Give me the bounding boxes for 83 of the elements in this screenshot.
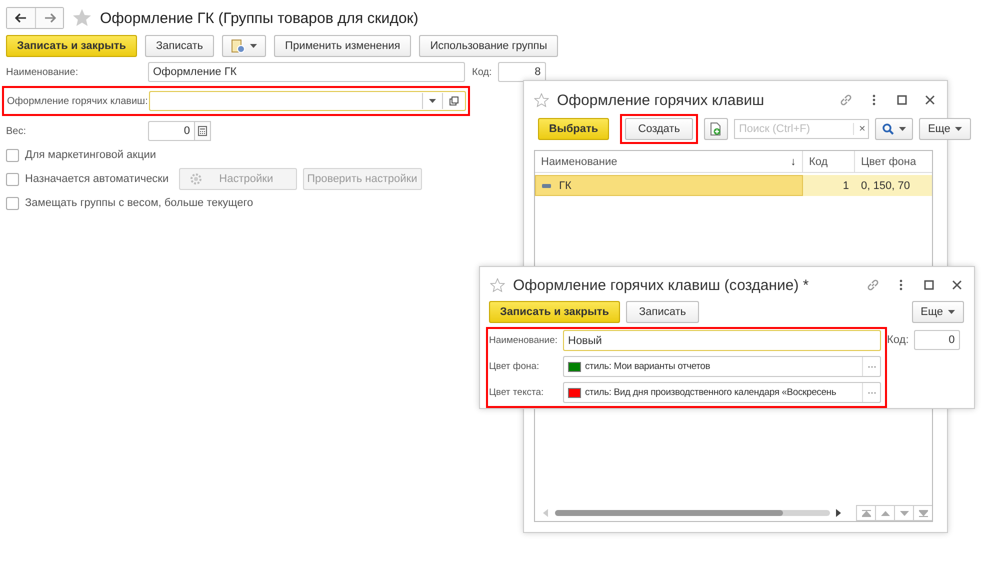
dropdown-icon[interactable] bbox=[429, 99, 436, 103]
table-row[interactable]: ГК 1 0, 150, 70 bbox=[535, 175, 932, 196]
first-icon bbox=[862, 510, 870, 516]
table-cell-text: 0, 150, 70 bbox=[860, 178, 911, 194]
horizontal-scrollbar[interactable] bbox=[555, 510, 830, 516]
field-label: Наименование: bbox=[489, 335, 558, 346]
close-icon[interactable] bbox=[950, 278, 964, 292]
calculator-icon bbox=[198, 126, 207, 136]
color-field[interactable]: стиль: Мои варианты отчетов bbox=[563, 356, 881, 377]
save-and-close-button[interactable]: Записать и закрыть bbox=[489, 301, 620, 324]
field-label: Цвет текста: bbox=[489, 387, 545, 398]
search-field[interactable]: Поиск (Ctrl+F) × bbox=[734, 119, 869, 139]
column-header[interactable]: Код bbox=[803, 151, 855, 172]
hotkey-field[interactable] bbox=[149, 91, 466, 111]
checkbox-label[interactable]: Замещать группы с весом, больше текущего bbox=[25, 197, 254, 209]
clear-button[interactable]: × bbox=[852, 123, 870, 135]
caret-icon bbox=[898, 127, 906, 131]
weight-label: Вес: bbox=[6, 126, 28, 136]
arrow-left-icon bbox=[15, 13, 27, 23]
checkbox[interactable] bbox=[6, 148, 19, 162]
create-button[interactable]: Создать bbox=[625, 118, 693, 140]
checkbox-label[interactable]: Для маркетинговой акции bbox=[25, 149, 156, 161]
maximize-icon[interactable] bbox=[895, 93, 909, 107]
checkbox[interactable] bbox=[6, 172, 19, 186]
toolbar-button[interactable]: Использование группы bbox=[419, 35, 558, 57]
color-field[interactable]: стиль: Вид дня производственного календаря «Воскресень bbox=[563, 382, 881, 403]
window-title: Оформление ГК (Группы товаров для скидок) bbox=[100, 10, 418, 26]
code-field[interactable]: 8 bbox=[498, 62, 546, 82]
table-cell-text: 1 bbox=[842, 178, 850, 194]
name-field[interactable]: Новый bbox=[563, 330, 881, 351]
color-value: стиль: Вид дня производственного календаря «Воскресень bbox=[585, 387, 838, 398]
scroll-right-icon[interactable] bbox=[836, 509, 842, 517]
close-icon[interactable] bbox=[923, 93, 937, 107]
weight-field[interactable]: 0 bbox=[148, 121, 195, 141]
calculator-button[interactable] bbox=[195, 121, 211, 141]
item-icon bbox=[542, 184, 551, 188]
toolbar-button[interactable]: Записать bbox=[145, 35, 214, 57]
copy-button[interactable] bbox=[704, 118, 728, 140]
document-add-icon bbox=[708, 122, 723, 136]
name-field[interactable]: Оформление ГК bbox=[148, 62, 465, 82]
toolbar-button[interactable]: Применить изменения bbox=[274, 35, 412, 57]
caret-icon bbox=[955, 127, 962, 131]
up-button[interactable] bbox=[875, 505, 894, 521]
search-icon bbox=[882, 123, 894, 135]
select-button[interactable]: Выбрать bbox=[538, 118, 610, 140]
maximize-icon[interactable] bbox=[922, 278, 936, 292]
star-icon[interactable] bbox=[534, 92, 549, 108]
color-value: стиль: Мои варианты отчетов bbox=[585, 361, 712, 372]
more-button[interactable]: Еще bbox=[912, 301, 964, 324]
last-button[interactable] bbox=[913, 505, 932, 521]
field-label: Цвет фона: bbox=[489, 361, 540, 372]
code-label: Код: bbox=[472, 66, 492, 78]
column-header[interactable]: Цвет фона bbox=[855, 151, 932, 172]
checkbox[interactable] bbox=[6, 196, 19, 210]
report-menu-button[interactable] bbox=[222, 35, 266, 57]
code-label: Код: bbox=[887, 334, 909, 346]
down-button[interactable] bbox=[894, 505, 913, 521]
hotkey-label: Оформление горячих клавиш: bbox=[7, 96, 149, 106]
link-icon[interactable] bbox=[839, 93, 853, 107]
column-header[interactable]: Наименование ↓ bbox=[535, 151, 803, 172]
window-title: Оформление горячих клавиш (создание) * bbox=[513, 276, 809, 294]
name-label: Наименование: bbox=[6, 66, 80, 78]
up-icon bbox=[880, 510, 890, 516]
arrow-right-icon bbox=[44, 13, 56, 23]
open-icon[interactable] bbox=[449, 96, 459, 106]
first-button[interactable] bbox=[856, 505, 875, 521]
link-icon[interactable] bbox=[866, 278, 880, 292]
more-button[interactable]: Еще bbox=[918, 118, 972, 140]
star-icon[interactable] bbox=[72, 8, 92, 28]
back-button[interactable] bbox=[7, 8, 35, 28]
checkbox-label[interactable]: Назначается автоматически bbox=[25, 173, 169, 185]
caret-icon bbox=[250, 44, 258, 48]
table-cell: ГК bbox=[535, 175, 803, 196]
scroll-left-icon[interactable] bbox=[543, 509, 549, 517]
window-title: Оформление горячих клавиш bbox=[557, 92, 764, 108]
last-icon bbox=[918, 510, 928, 516]
search-button[interactable] bbox=[874, 118, 913, 140]
save-button[interactable]: Записать bbox=[626, 301, 700, 324]
caret-icon bbox=[948, 310, 955, 314]
code-field[interactable]: 0 bbox=[914, 330, 960, 350]
star-icon[interactable] bbox=[490, 278, 505, 293]
down-icon bbox=[900, 510, 908, 516]
save-and-close-button[interactable]: Записать и закрыть bbox=[6, 35, 138, 57]
